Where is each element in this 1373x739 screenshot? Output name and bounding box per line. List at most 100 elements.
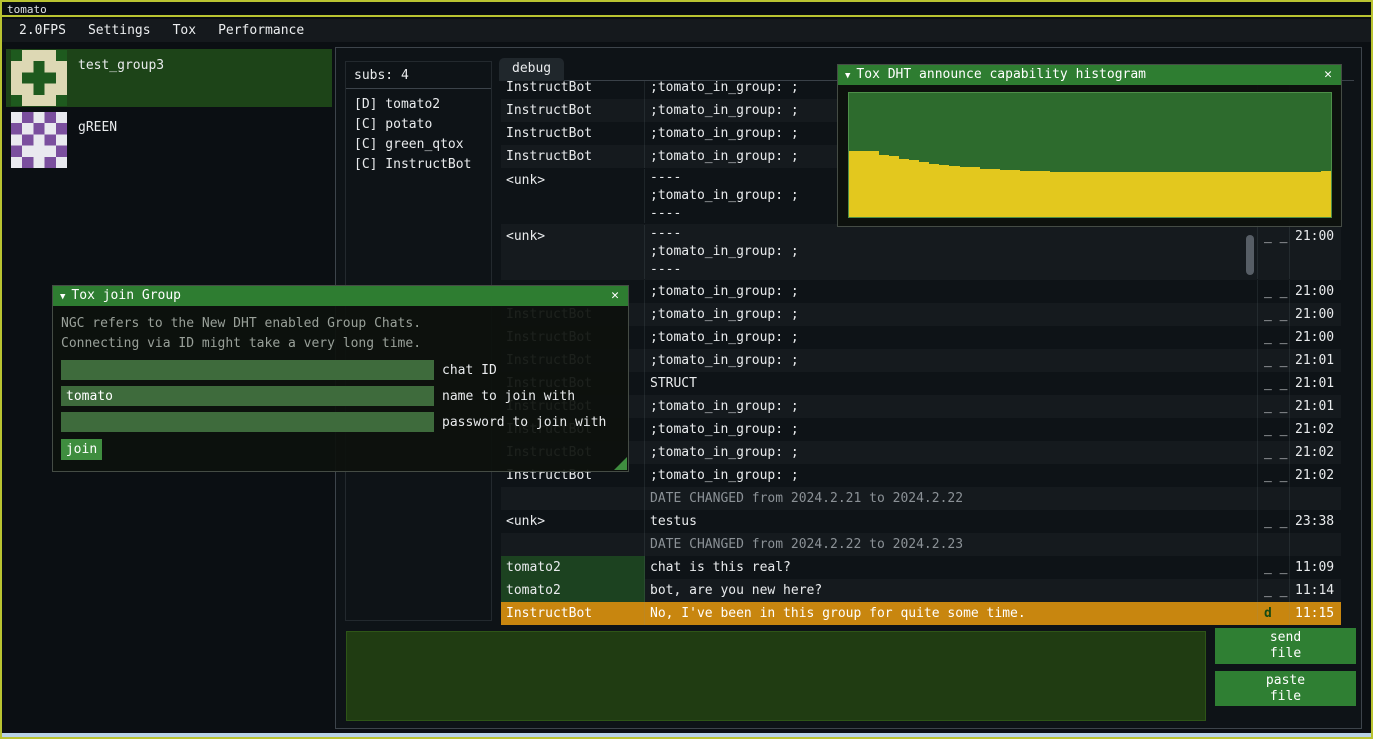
sidebar-item-test-group3[interactable]: test_group3: [6, 49, 332, 107]
message-time: [1290, 533, 1336, 556]
histogram-bar: [1020, 171, 1030, 217]
message-time: 21:02: [1290, 464, 1336, 487]
histogram-bar: [970, 167, 980, 217]
app-window: tomato 2.0FPS Settings Tox Performance t…: [0, 0, 1373, 739]
histogram-bar: [1050, 172, 1060, 217]
histogram-bar: [889, 156, 899, 217]
histogram-bar: [949, 166, 959, 217]
message-text: ;tomato_in_group: ;: [645, 280, 1258, 303]
message-time: 21:02: [1290, 441, 1336, 464]
date-separator-row[interactable]: DATE CHANGED from 2024.2.22 to 2024.2.23: [501, 533, 1341, 556]
message-status: [1258, 533, 1290, 556]
member-item-tomato2[interactable]: [D] tomato2: [354, 95, 483, 115]
histogram-bar: [919, 162, 929, 217]
join-button[interactable]: join: [61, 439, 102, 460]
message-input[interactable]: [346, 631, 1206, 721]
histogram-window-titlebar[interactable]: ▼Tox DHT announce capability histogram ✕: [838, 65, 1341, 85]
menu-item-settings[interactable]: Settings: [77, 20, 162, 41]
histogram-bar: [909, 160, 919, 217]
histogram-bar: [869, 151, 879, 217]
window-titlebar[interactable]: tomato: [2, 2, 1371, 17]
message-row[interactable]: <unk>testus_ _23:38: [501, 510, 1341, 533]
join-window-body: NGC refers to the New DHT enabled Group …: [53, 306, 628, 468]
message-time: 21:00: [1290, 225, 1336, 279]
separator: [346, 88, 491, 89]
histogram-bar: [1040, 171, 1050, 217]
tab-debug[interactable]: debug: [499, 58, 564, 81]
join-window-titlebar[interactable]: ▼ Tox join Group ✕: [53, 286, 628, 306]
date-separator-row[interactable]: DATE CHANGED from 2024.2.21 to 2024.2.22: [501, 487, 1341, 510]
scrollbar-thumb[interactable]: [1246, 235, 1254, 275]
histogram-bar: [1211, 172, 1221, 217]
message-row[interactable]: InstructBotNo, I've been in this group f…: [501, 602, 1341, 625]
message-text: bot, are you new here?: [645, 579, 1258, 602]
send-file-button[interactable]: send file: [1215, 628, 1356, 664]
message-text: No, I've been in this group for quite so…: [645, 602, 1258, 625]
join-name-label: name to join with: [442, 389, 575, 404]
message-author: <unk>: [501, 510, 645, 533]
message-author: tomato2: [501, 556, 645, 579]
message-time: 21:02: [1290, 418, 1336, 441]
collapse-arrow-icon[interactable]: ▼: [845, 71, 850, 81]
join-window-title: Tox join Group: [71, 288, 181, 303]
message-status: _ _: [1258, 579, 1290, 602]
message-text: ;tomato_in_group: ;: [645, 303, 1258, 326]
message-row[interactable]: <unk>----;tomato_in_group: ;----_ _21:00: [501, 224, 1341, 280]
message-text: ;tomato_in_group: ;: [645, 395, 1258, 418]
group-avatar: [8, 112, 70, 168]
histogram-bar: [1201, 172, 1211, 217]
message-status: _ _: [1258, 556, 1290, 579]
histogram-bar: [1271, 172, 1281, 217]
message-author: InstructBot: [501, 145, 645, 168]
message-text: ;tomato_in_group: ;: [645, 349, 1258, 372]
histogram-bar: [1140, 172, 1150, 217]
window-title: tomato: [7, 3, 47, 16]
member-item-green-qtox[interactable]: [C] green_qtox: [354, 135, 483, 155]
histogram-bar: [1251, 172, 1261, 217]
histogram-bar: [1010, 170, 1020, 217]
chat-id-label: chat ID: [442, 363, 497, 378]
member-item-instructbot[interactable]: [C] InstructBot: [354, 155, 483, 175]
histogram-bar: [980, 169, 990, 217]
paste-file-button[interactable]: paste file: [1215, 671, 1356, 706]
message-author: <unk>: [501, 225, 645, 279]
histogram-window: ▼Tox DHT announce capability histogram ✕: [837, 64, 1342, 227]
message-row[interactable]: tomato2chat is this real?_ _11:09: [501, 556, 1341, 579]
resize-grip[interactable]: [614, 457, 627, 470]
histogram-bar: [1301, 172, 1311, 217]
sidebar-item-green[interactable]: gREEN: [6, 111, 332, 169]
message-status: _ _: [1258, 225, 1290, 279]
join-password-input[interactable]: [61, 412, 434, 432]
message-time: 21:01: [1290, 349, 1336, 372]
join-name-input[interactable]: [61, 386, 434, 406]
message-time: 21:01: [1290, 372, 1336, 395]
chat-id-input[interactable]: [61, 360, 434, 380]
close-icon[interactable]: ✕: [607, 286, 623, 306]
message-status: d: [1258, 602, 1290, 625]
histogram-bar: [1000, 170, 1010, 217]
collapse-arrow-icon[interactable]: ▼: [60, 292, 65, 302]
message-status: _ _: [1258, 372, 1290, 395]
histogram-bar: [1080, 172, 1090, 217]
message-row[interactable]: tomato2bot, are you new here?_ _11:14: [501, 579, 1341, 602]
histogram-bar: [1030, 171, 1040, 217]
histogram-bar: [1120, 172, 1130, 217]
histogram-bar: [1181, 172, 1191, 217]
menu-item-performance[interactable]: Performance: [207, 20, 315, 41]
histogram-bar: [1321, 171, 1331, 217]
histogram-bar: [1130, 172, 1140, 217]
message-time: 11:15: [1290, 602, 1336, 625]
histogram-bar: [1060, 172, 1070, 217]
histogram-bar: [1231, 172, 1241, 217]
histogram-bar: [990, 169, 1000, 217]
close-icon[interactable]: ✕: [1320, 65, 1336, 85]
histogram-bar: [1070, 172, 1080, 217]
message-author: [501, 533, 645, 556]
member-item-potato[interactable]: [C] potato: [354, 115, 483, 135]
menu-item-tox[interactable]: Tox: [162, 20, 207, 41]
message-time: 23:38: [1290, 510, 1336, 533]
message-time: 21:00: [1290, 303, 1336, 326]
message-text: testus: [645, 510, 1258, 533]
histogram-bar: [1160, 172, 1170, 217]
message-status: _ _: [1258, 395, 1290, 418]
